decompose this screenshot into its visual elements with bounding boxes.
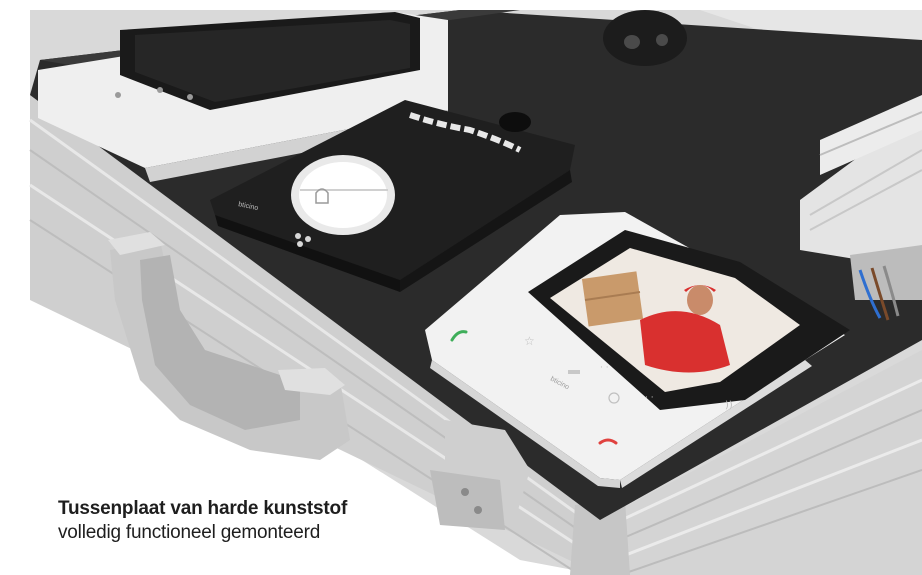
caption: Tussenplaat van harde kunststof volledig… xyxy=(58,497,347,545)
wifi-icon: )) xyxy=(725,400,733,411)
svg-text:· ·: · · xyxy=(600,363,609,373)
caption-subtitle: volledig functioneel gemonteerd xyxy=(58,521,321,543)
caption-title: Tussenplaat van harde kunststof xyxy=(58,498,348,519)
product-photo: bticino ☆ · · · ·)) bticino xyxy=(0,0,922,575)
svg-text:)): )) xyxy=(725,400,733,411)
cable-clip xyxy=(603,10,687,66)
svg-text:☆: ☆ xyxy=(524,334,535,348)
key-icon xyxy=(568,370,580,374)
svg-text:· ·: · · xyxy=(645,393,654,403)
star-icon: ☆ xyxy=(524,334,535,348)
